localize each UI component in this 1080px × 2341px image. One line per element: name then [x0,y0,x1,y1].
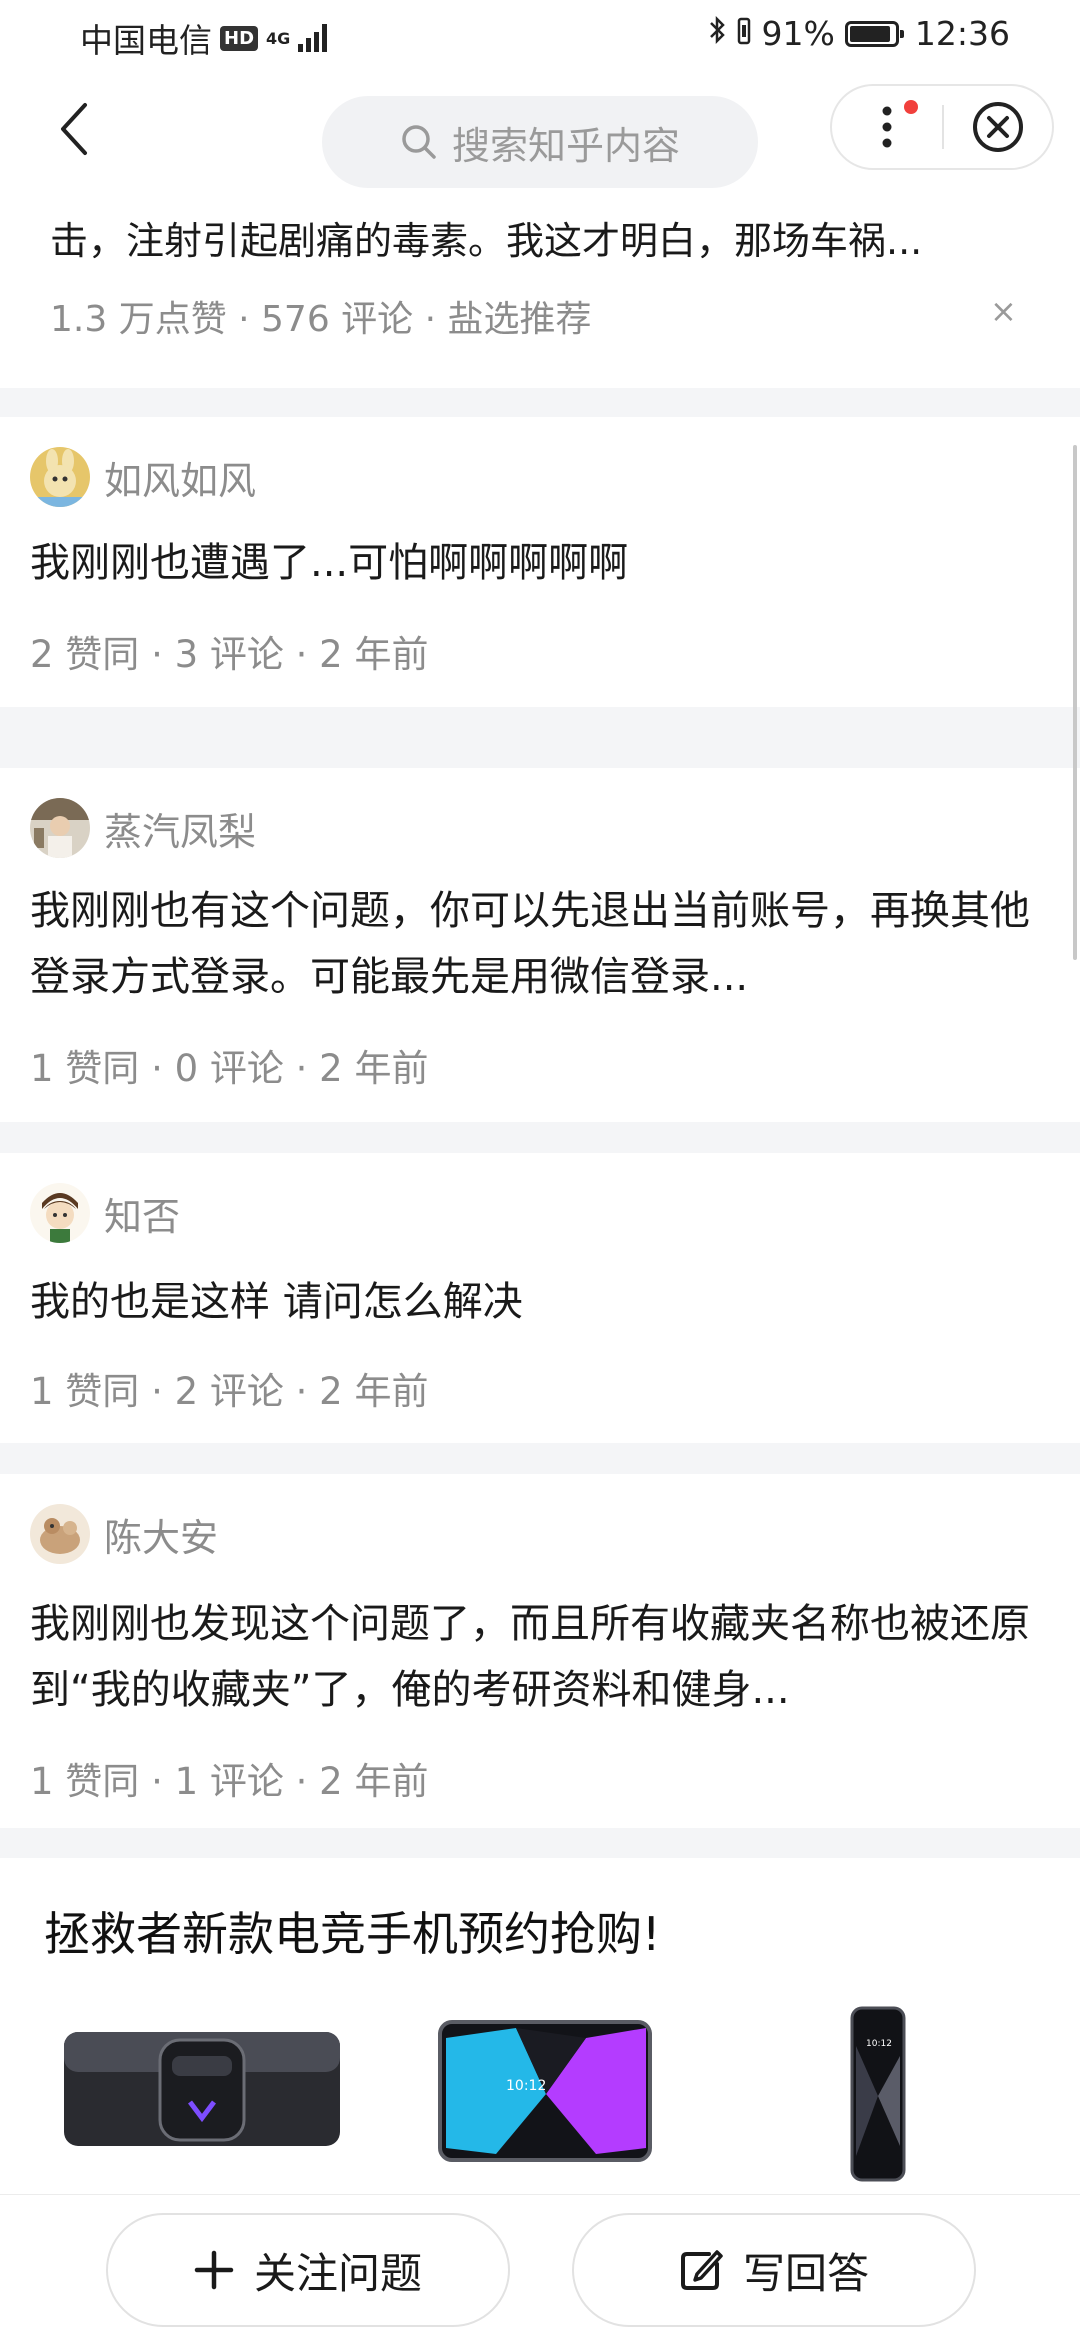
comment-meta: 1 赞同 · 1 评论 · 2 年前 [30,1760,429,1803]
author-name[interactable]: 知否 [104,1186,180,1241]
dismiss-button[interactable]: × [990,292,1017,330]
recommended-card[interactable]: 击，注射引起剧痛的毒素。我这才明白，那场车祸... 1.3 万点赞 · 576 … [0,192,1080,388]
avatar[interactable] [30,1183,90,1243]
comment-item[interactable]: 陈大安 我刚刚也发现这个问题了，而且所有收藏夹名称也被还原到“我的收藏夹”了，俺… [0,1474,1080,1828]
status-bar: 中国电信 HD 4G 91% 12:36 [0,0,1080,72]
more-button[interactable] [832,86,942,168]
author-name[interactable]: 陈大安 [104,1507,218,1562]
miniapp-capsule [830,84,1054,170]
top-nav: 搜索知乎内容 [0,72,1080,192]
ad-title: 拯救者新款电竞手机预约抢购! [44,1907,661,1961]
battery-icon [844,20,904,47]
recommended-meta: 1.3 万点赞 · 576 评论 · 盐选推荐 [50,299,592,340]
comment-meta: 1 赞同 · 0 评论 · 2 年前 [30,1047,429,1090]
avatar[interactable] [30,1504,90,1564]
follow-label: 关注问题 [253,2248,422,2298]
edit-icon [680,2250,723,2290]
back-button[interactable] [44,94,104,164]
comment-item[interactable]: 如风如风 我刚刚也遭遇了...可怕啊啊啊啊啊 2 赞同 · 3 评论 · 2 年… [0,417,1080,707]
signal-icon [298,24,328,52]
bluetooth-icon [708,14,726,53]
avatar[interactable] [30,798,90,858]
hd-badge: HD [220,25,259,51]
battery-percent: 91% [761,14,835,53]
avatar[interactable] [30,447,90,507]
write-answer-button[interactable]: 写回答 [572,2213,976,2327]
author-name[interactable]: 如风如风 [104,450,256,505]
search-placeholder: 搜索知乎内容 [451,123,680,168]
close-miniapp-button[interactable] [944,86,1052,168]
recommended-snippet: 击，注射引起剧痛的毒素。我这才明白，那场车祸... [50,219,923,263]
close-circle-icon [973,102,1023,152]
carrier-label: 中国电信 [80,21,212,60]
more-vertical-icon [882,106,892,148]
search-icon [402,125,436,159]
notification-dot [904,100,918,114]
comment-meta: 1 赞同 · 2 评论 · 2 年前 [30,1370,429,1413]
phone-screen-time: 10:12 [506,2078,546,2094]
scrollbar[interactable] [1073,445,1077,960]
battery-fill [849,25,890,42]
vibrate-icon [736,14,752,53]
follow-question-button[interactable]: 关注问题 [106,2213,510,2327]
search-input[interactable]: 搜索知乎内容 [322,96,758,188]
ad-image-phone-back[interactable] [60,2026,344,2156]
comment-text: 我的也是这样 请问怎么解决 [30,1279,523,1325]
ad-image-phone-front[interactable]: 10:12 [848,2006,908,2186]
plus-icon [194,2250,234,2290]
comment-text: 我刚刚也发现这个问题了，而且所有收藏夹名称也被还原到“我的收藏夹”了，俺的考研资… [30,1601,1030,1713]
comment-meta: 2 赞同 · 3 评论 · 2 年前 [30,633,429,676]
author-name[interactable]: 蒸汽凤梨 [104,801,256,856]
ad-card[interactable]: 拯救者新款电竞手机预约抢购! 10:12 10:12 [0,1858,1080,2194]
comment-item[interactable]: 知否 我的也是这样 请问怎么解决 1 赞同 · 2 评论 · 2 年前 [0,1153,1080,1443]
clock: 12:36 [914,14,1010,53]
back-arrow-icon [61,103,87,155]
comment-text: 我刚刚也有这个问题，你可以先退出当前账号，再换其他登录方式登录。可能最先是用微信… [30,888,1030,1000]
ad-image-phone-screen[interactable]: 10:12 [436,2018,656,2168]
phone-front-time: 10:12 [866,2039,892,2049]
answer-label: 写回答 [742,2248,869,2298]
bottom-bar: 关注问题 写回答 [0,2194,1080,2341]
network-label: 4G [266,28,291,48]
comment-text: 我刚刚也遭遇了...可怕啊啊啊啊啊 [30,540,629,586]
comment-item[interactable]: 蒸汽凤梨 我刚刚也有这个问题，你可以先退出当前账号，再换其他登录方式登录。可能最… [0,768,1080,1122]
